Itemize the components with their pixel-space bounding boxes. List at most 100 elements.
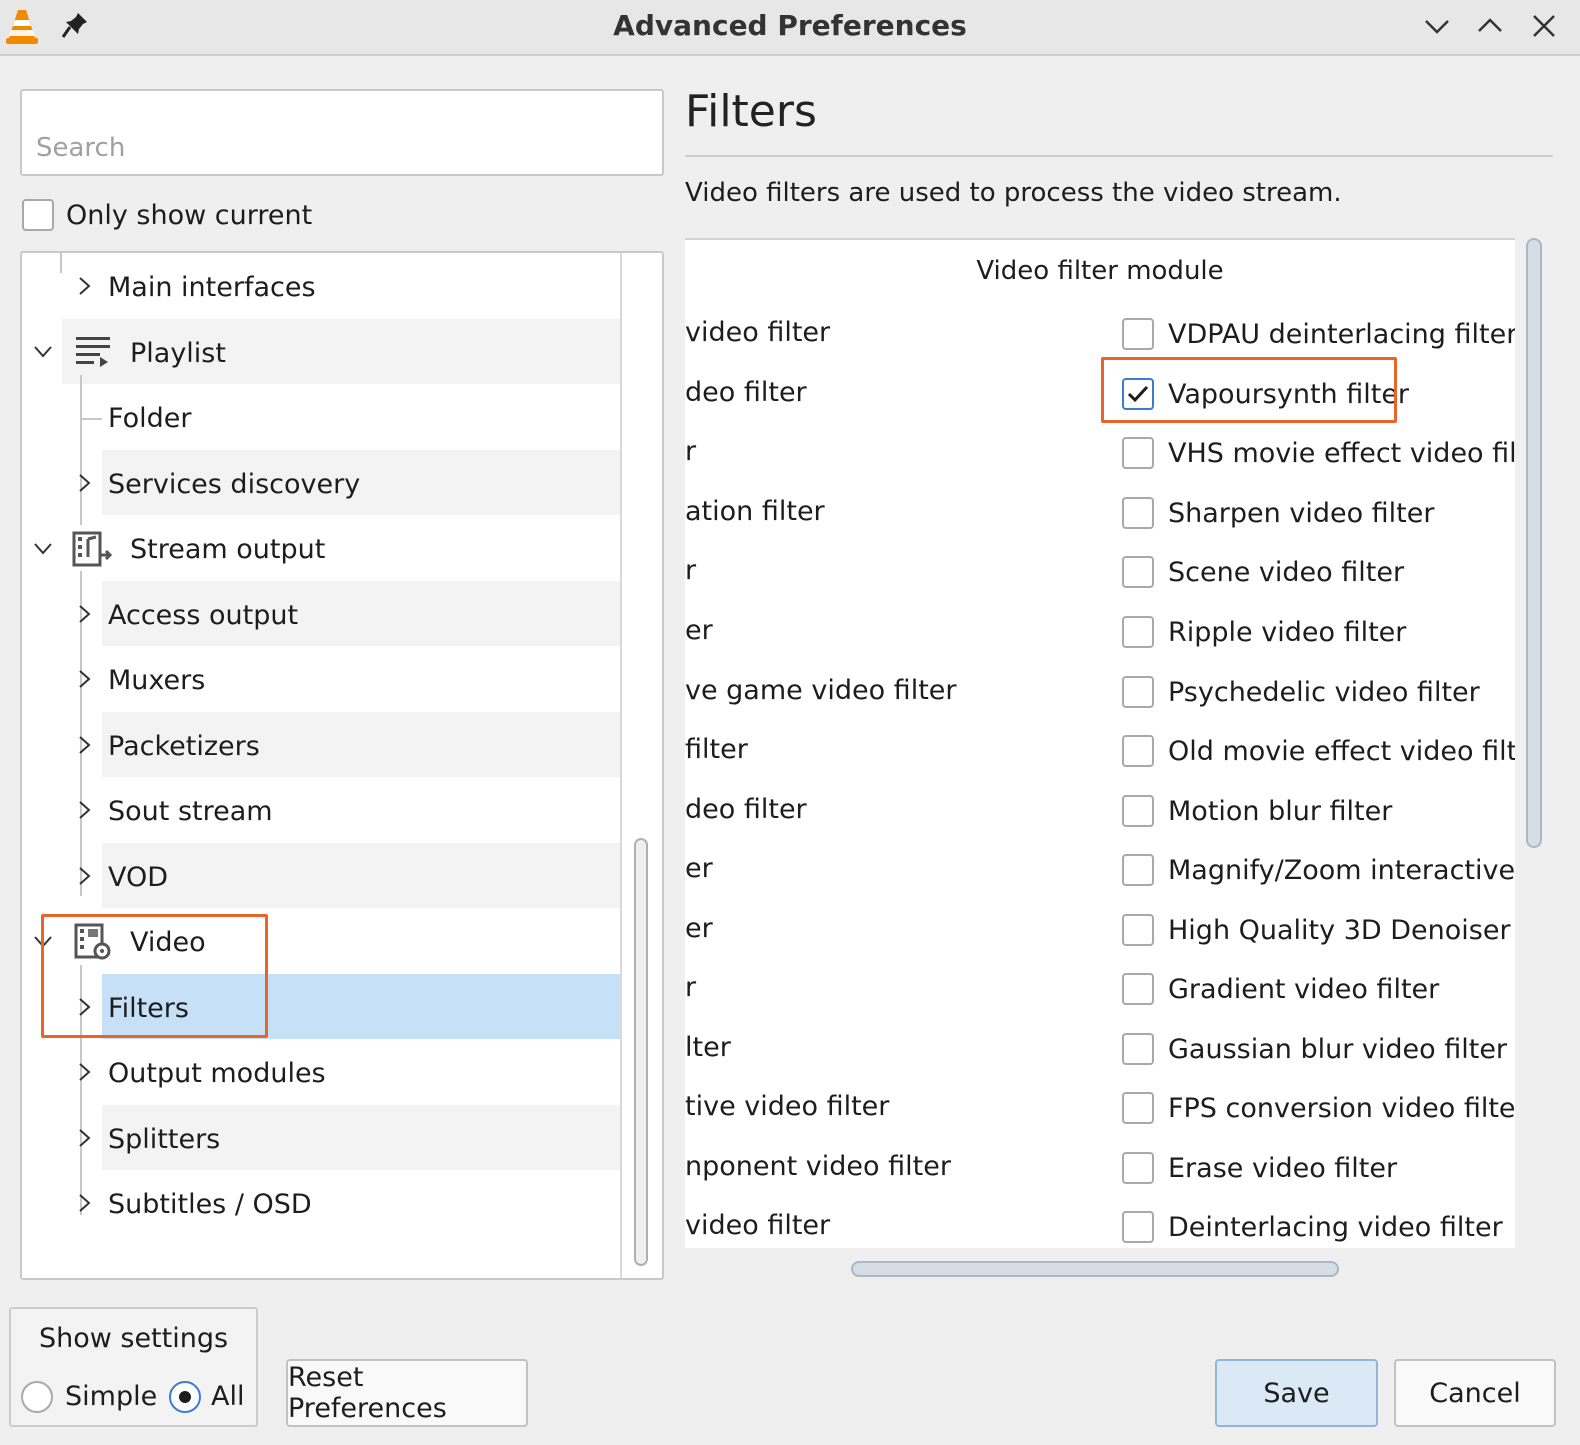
filter-checkbox[interactable] [1122, 497, 1154, 529]
filter-option-deinterlace[interactable]: Deinterlacing video filter [1122, 1207, 1503, 1247]
chevron-right-icon[interactable] [74, 275, 96, 297]
filter-label: tive video filter [685, 1091, 890, 1122]
tree-item-services-discovery[interactable]: Services discovery [108, 452, 360, 517]
filter-checkbox[interactable] [1122, 1092, 1154, 1124]
filter-option-hqdn3d[interactable]: High Quality 3D Denoiser filte [1122, 910, 1515, 950]
simple-label: Simple [65, 1381, 158, 1412]
filter-checkbox[interactable] [1122, 735, 1154, 767]
chevron-right-icon[interactable] [74, 1127, 96, 1149]
tree-item-access-output[interactable]: Access output [108, 583, 298, 648]
filter-checkbox[interactable] [1122, 914, 1154, 946]
page-title: Filters [685, 86, 817, 137]
filter-checkbox[interactable] [1122, 676, 1154, 708]
filter-label: er [685, 615, 713, 646]
filter-label: er [685, 853, 713, 884]
reset-preferences-button[interactable]: Reset Preferences [286, 1359, 528, 1427]
filter-label: er [685, 913, 713, 944]
chevron-right-icon[interactable] [74, 603, 96, 625]
window-title: Advanced Preferences [613, 9, 967, 42]
highlight-box [41, 914, 268, 1038]
tree-scrollbar-thumb[interactable] [634, 838, 648, 1266]
show-settings-group: Show settings Simple All [9, 1307, 258, 1427]
tree-item-muxers[interactable]: Muxers [108, 648, 205, 713]
radio-dot [179, 1391, 191, 1403]
tree-item-packetizers[interactable]: Packetizers [108, 714, 260, 779]
filter-checkbox[interactable] [1122, 795, 1154, 827]
all-radio[interactable] [169, 1381, 201, 1413]
cancel-button[interactable]: Cancel [1394, 1359, 1556, 1427]
tree-item-output-modules[interactable]: Output modules [108, 1041, 326, 1106]
filter-checkbox[interactable] [1122, 556, 1154, 588]
filter-option-psychedelic[interactable]: Psychedelic video filter [1122, 672, 1480, 712]
filter-label: lter [685, 1032, 731, 1063]
filter-label: r [685, 436, 697, 467]
filter-label: deo filter [685, 794, 807, 825]
playlist-icon [76, 337, 110, 367]
minimize-icon[interactable] [1421, 10, 1453, 42]
title-bar: Advanced Preferences [0, 0, 1580, 56]
filter-option-vhs[interactable]: VHS movie effect video filter [1122, 433, 1515, 473]
close-icon[interactable] [1528, 10, 1560, 42]
filter-option-gradient[interactable]: Gradient video filter [1122, 969, 1439, 1009]
chevron-down-icon[interactable] [32, 538, 54, 560]
chevron-right-icon[interactable] [74, 1061, 96, 1083]
save-button[interactable]: Save [1215, 1359, 1378, 1427]
filter-checkbox[interactable] [1122, 318, 1154, 350]
module-vertical-scrollbar[interactable] [1526, 238, 1542, 848]
chevron-right-icon[interactable] [74, 799, 96, 821]
chevron-right-icon[interactable] [74, 734, 96, 756]
filter-option-vdpau[interactable]: VDPAU deinterlacing filter [1122, 314, 1515, 354]
filter-option-magnify[interactable]: Magnify/Zoom interactive vid [1122, 850, 1515, 890]
filter-checkbox[interactable] [1122, 1152, 1154, 1184]
filter-option-sharpen[interactable]: Sharpen video filter [1122, 493, 1434, 533]
preferences-tree[interactable]: Main interfaces Playlist Folder Services… [20, 251, 664, 1280]
maximize-icon[interactable] [1474, 10, 1506, 42]
row-bg [102, 843, 620, 908]
divider [685, 155, 1553, 157]
filter-label: r [685, 555, 697, 586]
filter-option-ripple[interactable]: Ripple video filter [1122, 612, 1406, 652]
module-horizontal-scrollbar[interactable] [851, 1261, 1339, 1277]
tree-item-folder[interactable]: Folder [108, 386, 191, 451]
filter-checkbox[interactable] [1122, 973, 1154, 1005]
filter-checkbox[interactable] [1122, 854, 1154, 886]
chevron-right-icon[interactable] [74, 865, 96, 887]
all-label: All [211, 1381, 245, 1412]
only-show-current-checkbox[interactable] [22, 199, 54, 231]
filter-label: nponent video filter [685, 1151, 951, 1182]
filter-checkbox[interactable] [1122, 616, 1154, 648]
only-show-current-toggle[interactable]: Only show current [22, 197, 312, 233]
filter-option-scene[interactable]: Scene video filter [1122, 552, 1404, 592]
filter-option-gaussian-blur[interactable]: Gaussian blur video filter [1122, 1029, 1507, 1069]
filter-label: video filter [685, 1210, 831, 1241]
chevron-down-icon[interactable] [32, 341, 54, 363]
filter-checkbox[interactable] [1122, 437, 1154, 469]
tree-item-splitters[interactable]: Splitters [108, 1107, 220, 1172]
filter-checkbox[interactable] [1122, 1033, 1154, 1065]
tree-item-main-interfaces[interactable]: Main interfaces [108, 255, 316, 320]
tree-item-sout-stream[interactable]: Sout stream [108, 779, 273, 844]
filter-label: r [685, 972, 697, 1003]
stream-output-icon [72, 531, 112, 567]
chevron-right-icon[interactable] [74, 472, 96, 494]
only-show-current-label: Only show current [66, 199, 313, 231]
tree-item-playlist[interactable]: Playlist [130, 321, 226, 386]
search-input[interactable] [20, 89, 664, 176]
chevron-right-icon[interactable] [74, 1192, 96, 1214]
filter-option-erase[interactable]: Erase video filter [1122, 1148, 1397, 1188]
tree-item-subtitles-osd[interactable]: Subtitles / OSD [108, 1172, 312, 1237]
filter-label: ve game video filter [685, 675, 957, 706]
highlight-box [1101, 357, 1397, 423]
filter-option-motion-blur[interactable]: Motion blur filter [1122, 791, 1392, 831]
show-settings-title: Show settings [38, 1323, 229, 1354]
module-title: Video filter module [976, 256, 1224, 286]
tree-item-vod[interactable]: VOD [108, 845, 168, 910]
tree-item-stream-output[interactable]: Stream output [130, 517, 325, 582]
filter-option-fps[interactable]: FPS conversion video filter [1122, 1088, 1515, 1128]
filter-label: filter [685, 734, 748, 765]
filter-checkbox[interactable] [1122, 1211, 1154, 1243]
simple-radio[interactable] [21, 1381, 53, 1413]
filter-option-old-movie[interactable]: Old movie effect video filter [1122, 731, 1515, 771]
tree-line [82, 418, 102, 420]
chevron-right-icon[interactable] [74, 668, 96, 690]
